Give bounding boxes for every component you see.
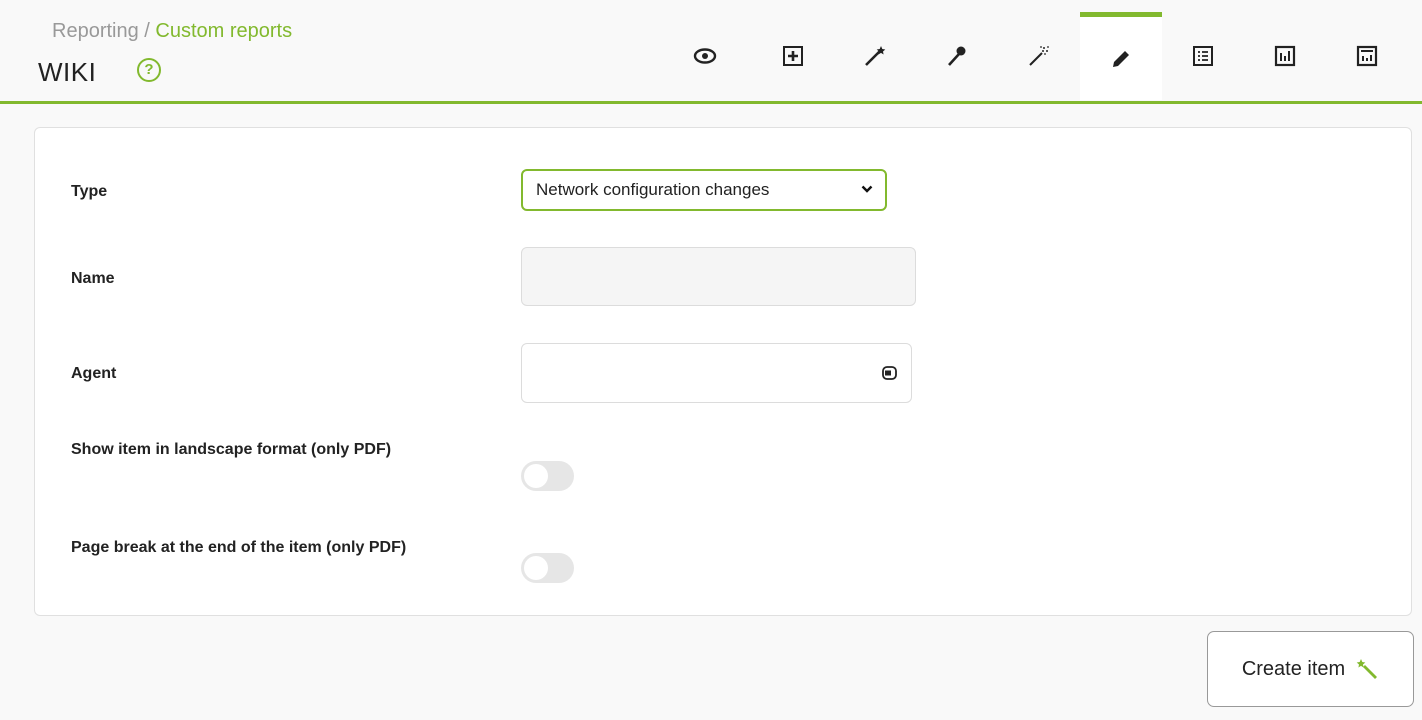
pin-tab[interactable] — [916, 12, 998, 100]
graph-tab[interactable] — [1244, 12, 1326, 100]
breadcrumb-current[interactable]: Custom reports — [155, 20, 292, 42]
breadcrumb: Reporting / Custom reports — [52, 20, 292, 43]
breadcrumb-separator: / — [138, 20, 156, 42]
view-tab-eye-icon[interactable] — [664, 12, 746, 100]
name-label: Name — [71, 270, 115, 287]
pin-icon — [948, 46, 966, 66]
bar-chart-icon — [1274, 45, 1296, 67]
page-break-label: Page break at the end of the item (only … — [71, 539, 407, 556]
type-select-value: Network configuration changes — [536, 180, 770, 199]
edit-tab[interactable] — [1080, 12, 1162, 100]
name-input[interactable] — [521, 247, 916, 306]
item-form-panel: Type Network configuration changes Name … — [34, 127, 1412, 616]
add-box-icon — [783, 46, 803, 66]
wizard-tab[interactable] — [834, 12, 916, 100]
page-header: Reporting / Custom reports WIKI ? — [0, 0, 1422, 104]
magic-tab[interactable] — [998, 12, 1080, 100]
report-icon — [1356, 45, 1378, 67]
agent-label: Agent — [71, 365, 117, 382]
create-item-button[interactable]: Create item — [1207, 631, 1414, 707]
wand-icon — [865, 46, 886, 66]
page-break-toggle[interactable] — [521, 553, 574, 583]
add-item-tab[interactable] — [752, 12, 834, 100]
page-title: WIKI — [38, 57, 97, 87]
landscape-toggle[interactable] — [521, 461, 574, 491]
type-label: Type — [71, 183, 108, 200]
agent-input[interactable] — [521, 343, 912, 403]
report-tab[interactable] — [1326, 12, 1408, 100]
breadcrumb-parent[interactable]: Reporting — [52, 20, 139, 42]
create-item-label: Create item — [1241, 657, 1346, 680]
eye-icon — [693, 48, 717, 64]
agent-selector-icon[interactable] — [881, 364, 899, 382]
toggle-knob — [524, 464, 548, 488]
type-select[interactable]: Network configuration changes — [521, 169, 887, 211]
pencil-icon — [1113, 50, 1129, 67]
wand-icon — [1356, 659, 1378, 679]
chevron-down-icon — [861, 185, 873, 193]
list-tab[interactable] — [1162, 12, 1244, 100]
toggle-knob — [524, 556, 548, 580]
help-icon[interactable]: ? — [137, 58, 161, 82]
list-icon — [1193, 46, 1213, 66]
magic-wand-sparkle-icon — [1029, 46, 1049, 66]
landscape-label: Show item in landscape format (only PDF) — [71, 441, 392, 458]
